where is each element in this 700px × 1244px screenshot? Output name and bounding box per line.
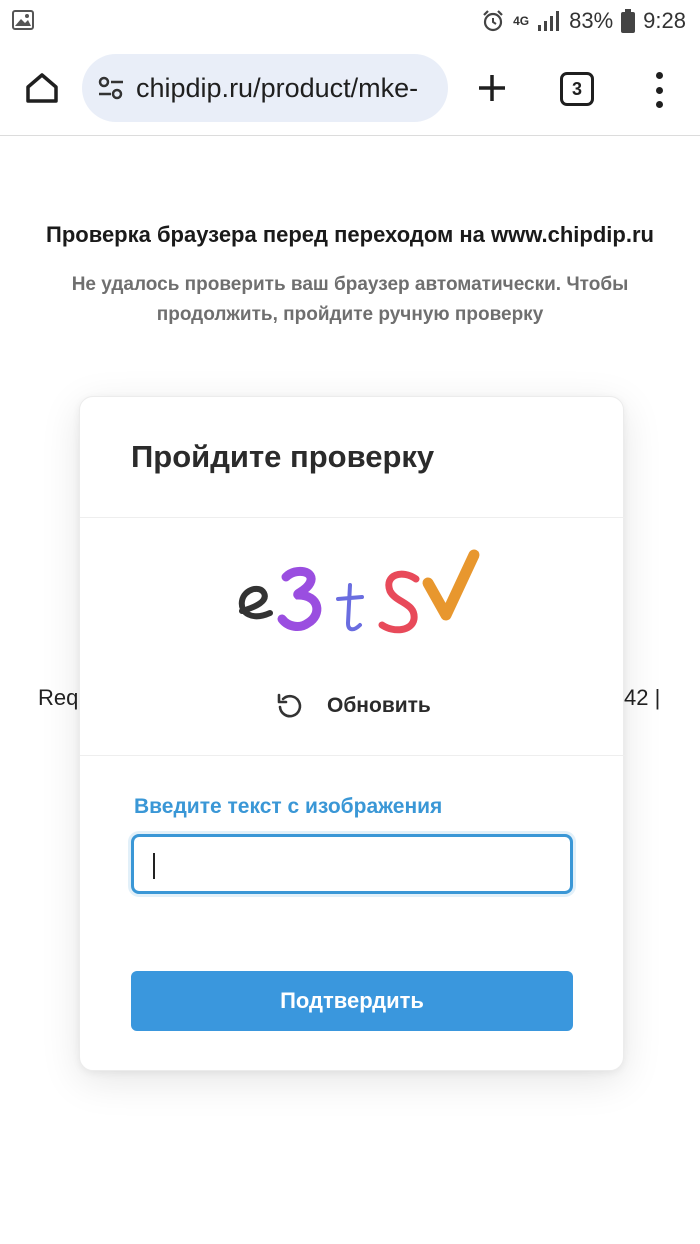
divider xyxy=(80,517,625,518)
modal-title: Пройдите проверку xyxy=(131,439,435,474)
url-text: chipdip.ru/product/mke- xyxy=(136,72,419,103)
tabs-button[interactable]: 3 xyxy=(560,72,594,106)
refresh-button[interactable]: Обновить xyxy=(275,691,431,721)
captcha-input-label: Введите текст с изображения xyxy=(134,795,443,818)
page-heading: Проверка браузера перед переходом на www… xyxy=(46,222,654,247)
more-vert-icon[interactable] xyxy=(642,68,676,112)
home-button[interactable] xyxy=(20,66,64,110)
image-icon xyxy=(12,10,34,35)
plus-icon xyxy=(479,75,505,101)
clock: 9:28 xyxy=(643,8,686,33)
home-icon xyxy=(26,73,58,103)
captcha-input[interactable] xyxy=(131,834,573,894)
alarm-icon xyxy=(483,10,503,32)
captcha-image xyxy=(238,549,480,634)
text-caret xyxy=(153,853,155,879)
browser-toolbar: chipdip.ru/product/mke- 3 xyxy=(0,44,700,136)
battery-icon xyxy=(621,9,636,33)
tab-count: 3 xyxy=(571,78,582,99)
tune-icon[interactable] xyxy=(96,73,126,103)
refresh-label: Обновить xyxy=(327,694,431,717)
page-subheading: Не удалось проверить ваш браузер автомат… xyxy=(71,274,629,325)
address-bar[interactable]: chipdip.ru/product/mke- xyxy=(82,54,448,122)
new-tab-button[interactable] xyxy=(470,66,514,110)
divider xyxy=(80,755,625,756)
battery-percent: 83% xyxy=(569,8,614,33)
background-text-left: Req xyxy=(38,685,79,710)
status-indicators: 4G 83% 9:28 xyxy=(481,8,686,34)
status-bar: 4G 83% 9:28 xyxy=(0,0,700,44)
network-type: 4G xyxy=(513,14,530,28)
captcha-modal: Пройдите проверку Обновить Введите текст… xyxy=(79,396,625,1071)
signal-icon xyxy=(538,11,560,31)
submit-button[interactable]: Подтвердить xyxy=(131,971,573,1031)
refresh-icon xyxy=(277,693,302,718)
background-text-right: 42 | xyxy=(624,685,661,710)
